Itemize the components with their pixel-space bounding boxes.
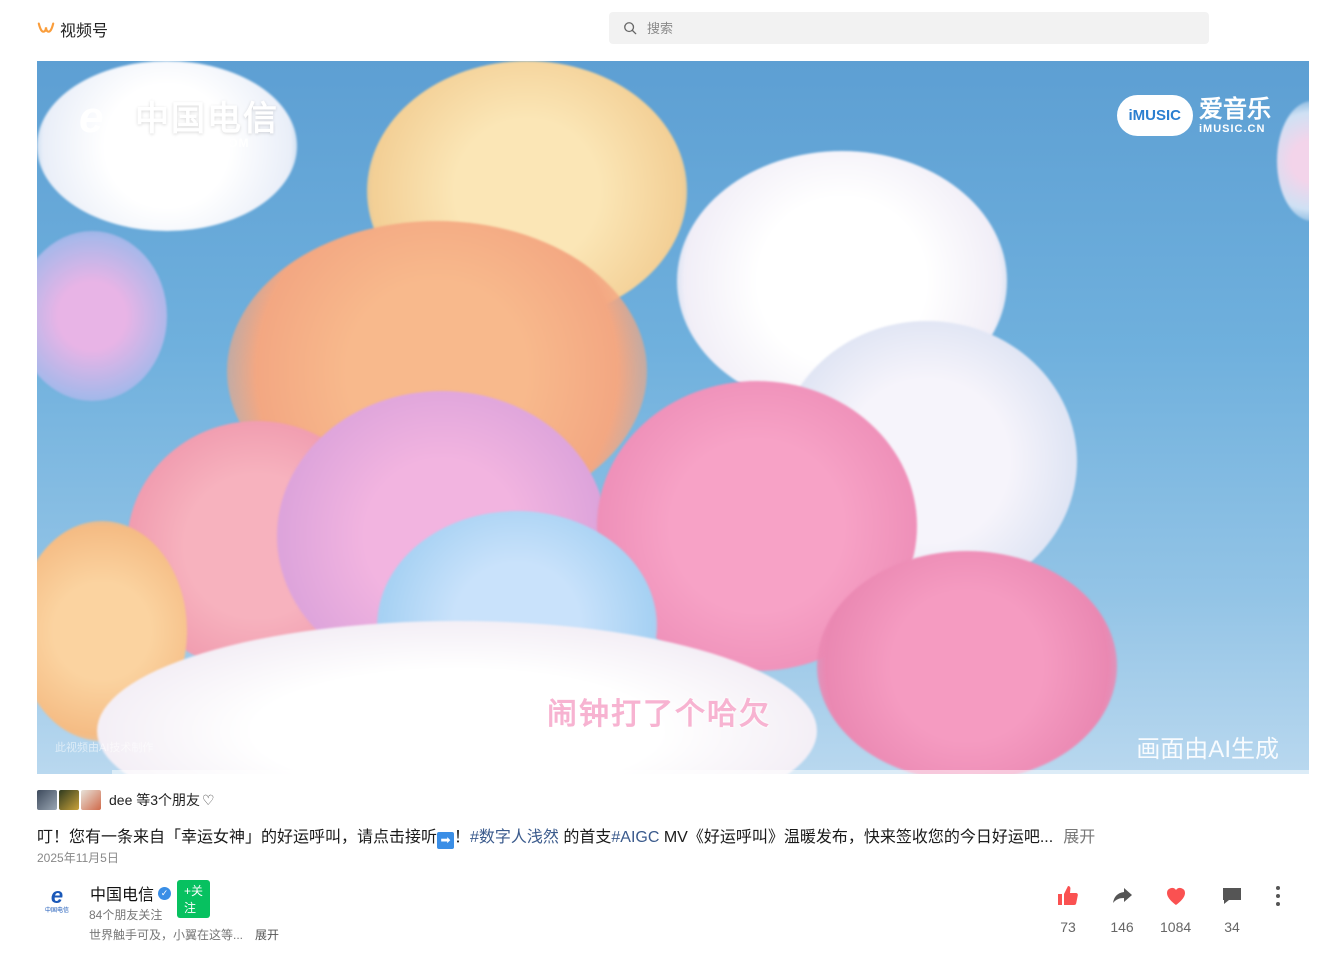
friend-likes-text: dee 等3个朋友 — [109, 792, 201, 808]
channels-logo[interactable]: 视频号 — [37, 17, 108, 41]
telecom-logo-icon: e — [79, 93, 104, 142]
like-button[interactable]: 73 — [1056, 884, 1080, 935]
cloud-decoration — [817, 551, 1117, 774]
friend-avatar — [81, 790, 101, 810]
china-telecom-watermark: e 中国电信 CHINA TELECOM — [79, 93, 279, 150]
hashtag-link[interactable]: #AIGC — [611, 829, 659, 846]
cloud-decoration — [37, 231, 167, 401]
friend-likes[interactable]: dee 等3个朋友 ♡ — [37, 790, 215, 810]
search-box[interactable] — [609, 12, 1209, 44]
share-button[interactable]: 146 — [1110, 884, 1134, 935]
thumbs-up-icon — [1058, 886, 1078, 905]
top-bar: 视频号 — [0, 0, 1326, 56]
imusic-watermark: iMUSIC 爱音乐 iMUSIC.CN — [1116, 95, 1271, 136]
author-friend-followers: 84个朋友关注 — [89, 908, 163, 922]
ai-disclaimer-small: 此视频由AI技术制作 — [55, 742, 154, 754]
heart-outline-icon: ♡ — [202, 791, 215, 808]
author-bio: 世界触手可及，小翼在这等... 展开 — [89, 928, 280, 942]
expand-description-link[interactable]: 展开 — [1063, 829, 1095, 846]
search-icon — [624, 22, 637, 35]
more-options-icon[interactable] — [1270, 884, 1286, 908]
lyric-caption: 闹钟打了个哈欠 — [547, 698, 771, 731]
hashtag-link[interactable]: #数字人浅然 — [470, 829, 559, 846]
post-date: 2025年11月5日 — [37, 851, 119, 865]
author-name[interactable]: 中国电信 ✓ — [90, 881, 172, 905]
imusic-logo: iMUSIC — [1116, 95, 1193, 136]
comment-bubble-icon — [1223, 888, 1241, 904]
right-arrow-emoji-icon: ➡ — [437, 832, 455, 849]
favorite-button[interactable]: 1084 — [1160, 884, 1191, 935]
friend-avatar — [59, 790, 79, 810]
video-player[interactable]: e 中国电信 CHINA TELECOM iMUSIC 爱音乐 iMUSIC.C… — [37, 61, 1309, 774]
author-avatar[interactable]: e 中国电信 — [37, 880, 77, 920]
app-name: 视频号 — [60, 23, 109, 40]
verified-badge-icon: ✓ — [158, 886, 172, 900]
comment-button[interactable]: 34 — [1220, 884, 1244, 935]
search-input[interactable] — [647, 20, 1167, 36]
cloud-decoration — [1277, 101, 1309, 221]
video-progress-bar[interactable] — [112, 770, 1309, 774]
heart-icon — [1166, 888, 1185, 905]
expand-bio-link[interactable]: 展开 — [255, 928, 279, 942]
post-description: 叮！您有一条来自「幸运女神」的好运呼叫，请点击接听 ➡ ！#数字人浅然 的首支#AI… — [37, 829, 1096, 849]
channels-logo-icon — [37, 22, 55, 33]
action-bar: 73 146 1084 34 — [1050, 884, 1300, 944]
ai-generated-note: 画面由AI生成 — [1136, 736, 1279, 763]
friend-avatar — [37, 790, 57, 810]
share-arrow-icon — [1113, 888, 1132, 903]
follow-button[interactable]: +关注 — [177, 880, 211, 918]
